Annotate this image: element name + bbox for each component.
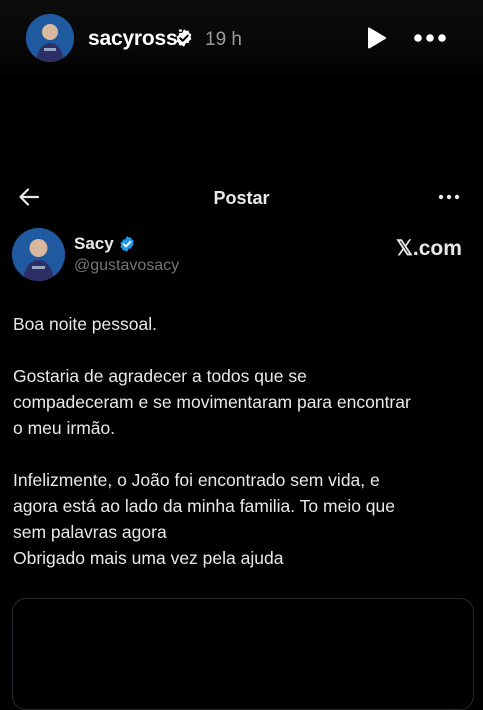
post-nav-title: Postar bbox=[213, 188, 270, 208]
story-avatar[interactable] bbox=[26, 14, 74, 62]
post-paragraph: Infelizmente, o João foi encontrado sem … bbox=[13, 467, 475, 571]
story-username[interactable]: sacyrossi bbox=[88, 27, 183, 51]
more-horizontal-icon[interactable] bbox=[412, 27, 448, 49]
verified-badge-icon bbox=[176, 29, 192, 47]
embedded-card[interactable] bbox=[12, 598, 474, 710]
post-text-line: compadeceram e se movimentaram para enco… bbox=[13, 392, 411, 412]
more-horizontal-icon[interactable] bbox=[436, 188, 462, 206]
story-header: sacyrossi 19 h bbox=[0, 0, 483, 80]
post-text-line: o meu irmão. bbox=[13, 418, 116, 438]
post-text-line: Boa noite pessoal. bbox=[13, 314, 157, 334]
verified-badge-icon bbox=[120, 236, 134, 252]
post-text-line: Infelizmente, o João foi encontrado sem … bbox=[13, 470, 380, 490]
post-paragraph: Boa noite pessoal. bbox=[13, 311, 475, 337]
story-time: 19 h bbox=[205, 29, 242, 50]
author-avatar[interactable] bbox=[12, 228, 65, 281]
profile-photo-icon bbox=[12, 228, 65, 281]
xcom-logo: 𝕏.com bbox=[396, 237, 462, 260]
post-text-line: sem palavras agora bbox=[13, 522, 167, 542]
post-text-line: Obrigado mais uma vez pela ajuda bbox=[13, 548, 284, 568]
post-text-line: agora está ao lado da minha familia. To … bbox=[13, 496, 396, 516]
profile-photo-icon bbox=[26, 14, 74, 62]
post-body: Boa noite pessoal. Gostaria de agradecer … bbox=[13, 311, 475, 571]
play-icon[interactable] bbox=[364, 26, 388, 50]
post-text-line: Gostaria de agradecer a todos que se bbox=[13, 366, 307, 386]
author-handle[interactable]: @gustavosacy bbox=[74, 257, 179, 275]
post-paragraph: Gostaria de agradecer a todos que se comp… bbox=[13, 363, 475, 441]
author-name[interactable]: Sacy bbox=[74, 234, 114, 254]
